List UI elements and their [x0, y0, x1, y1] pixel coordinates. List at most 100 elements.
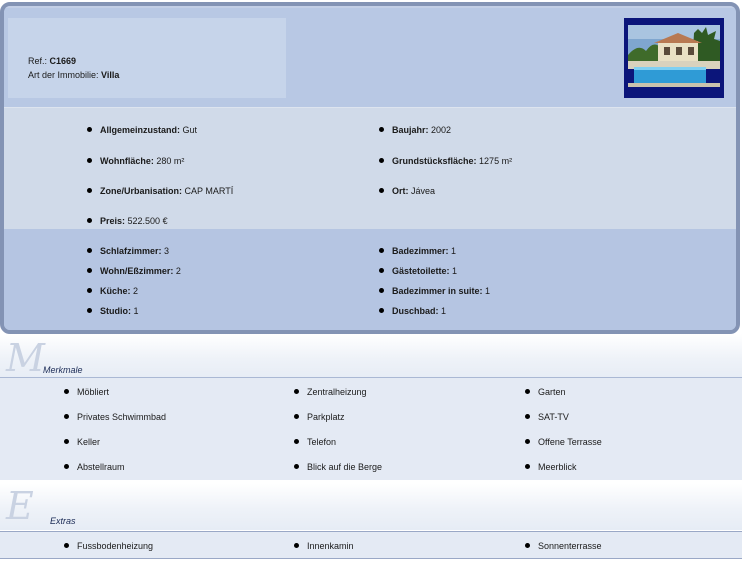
detail-location: Ort: Jávea — [379, 185, 436, 197]
room-label: Küche: — [100, 286, 131, 296]
extra-label: Innenkamin — [307, 541, 354, 551]
room-value: 1 — [133, 306, 139, 316]
room-ensuite-bath: Badezimmer in suite: 1 — [379, 285, 491, 297]
property-type-label: Art der Immobilie: — [28, 70, 99, 80]
room-label: Gästetoilette: — [392, 266, 450, 276]
room-label: Studio: — [100, 306, 131, 316]
bullet-icon — [64, 439, 69, 444]
feature-item: SAT-TV — [525, 411, 569, 423]
card-top-highlight — [4, 6, 736, 8]
detail-value: Jávea — [411, 186, 436, 196]
bullet-icon — [64, 543, 69, 548]
reference-value: C1669 — [49, 56, 77, 66]
detail-condition: Allgemeinzustand: Gut — [87, 124, 197, 136]
detail-value: 280 m² — [156, 156, 185, 166]
detail-label: Allgemeinzustand: — [100, 125, 181, 135]
extra-label: Fussbodenheizung — [77, 541, 154, 551]
bullet-icon — [379, 127, 384, 132]
room-studio: Studio: 1 — [87, 305, 139, 317]
extras-initial: E — [6, 484, 34, 528]
bullet-icon — [64, 464, 69, 469]
feature-item: Privates Schwimmbad — [64, 411, 167, 423]
room-counts: Schlafzimmer: 3 Badezimmer: 1 Wohn/Eßzim… — [4, 229, 736, 330]
detail-label: Baujahr: — [392, 125, 429, 135]
extra-label: Sonnenterrasse — [538, 541, 602, 551]
bullet-icon — [379, 248, 384, 253]
detail-zone: Zone/Urbanisation: CAP MARTÍ — [87, 185, 234, 197]
reference-line: Ref.: C1669 — [28, 56, 76, 67]
feature-label: Offene Terrasse — [538, 437, 602, 447]
bullet-icon — [87, 288, 92, 293]
bullet-icon — [525, 439, 530, 444]
feature-label: Meerblick — [538, 462, 577, 472]
bullet-icon — [294, 389, 299, 394]
bullet-icon — [379, 268, 384, 273]
room-label: Wohn/Eßzimmer: — [100, 266, 174, 276]
detail-label: Wohnfläche: — [100, 156, 154, 166]
villa-pool-photo-icon — [628, 25, 720, 87]
property-type-line: Art der Immobilie: Villa — [28, 70, 119, 81]
extra-item: Innenkamin — [294, 540, 354, 552]
bullet-icon — [64, 389, 69, 394]
bullet-icon — [379, 158, 384, 163]
feature-item: Telefon — [294, 436, 337, 448]
room-value: 3 — [164, 246, 170, 256]
bullet-icon — [525, 543, 530, 548]
room-bathrooms: Badezimmer: 1 — [379, 245, 457, 257]
extras-title: Extras — [50, 516, 76, 526]
merkmale-title: Merkmale — [43, 365, 83, 375]
bullet-icon — [87, 308, 92, 313]
detail-label: Zone/Urbanisation: — [100, 186, 183, 196]
bullet-icon — [525, 464, 530, 469]
feature-item: Zentralheizung — [294, 386, 367, 398]
property-details: Allgemeinzustand: Gut Baujahr: 2002 Wohn… — [4, 107, 736, 229]
feature-item: Meerblick — [525, 461, 577, 473]
bullet-icon — [379, 288, 384, 293]
feature-item: Möbliert — [64, 386, 110, 398]
room-value: 2 — [175, 266, 181, 276]
room-label: Duschbad: — [392, 306, 439, 316]
feature-label: Privates Schwimmbad — [77, 412, 167, 422]
feature-label: Keller — [77, 437, 101, 447]
feature-item: Abstellraum — [64, 461, 125, 473]
room-label: Badezimmer in suite: — [392, 286, 483, 296]
detail-living-area: Wohnfläche: 280 m² — [87, 155, 185, 167]
bullet-icon — [525, 389, 530, 394]
merkmale-initial: M — [6, 336, 45, 380]
detail-year-built: Baujahr: 2002 — [379, 124, 452, 136]
bullet-icon — [64, 414, 69, 419]
detail-value: 1275 m² — [479, 156, 513, 166]
feature-item: Garten — [525, 386, 566, 398]
bullet-icon — [294, 414, 299, 419]
extra-item: Sonnenterrasse — [525, 540, 602, 552]
bullet-icon — [87, 188, 92, 193]
property-photo[interactable] — [624, 18, 724, 98]
feature-label: Möbliert — [77, 387, 110, 397]
room-value: 1 — [451, 246, 457, 256]
detail-value: 2002 — [431, 125, 452, 135]
detail-value: 522.500 € — [127, 216, 168, 226]
room-bedrooms: Schlafzimmer: 3 — [87, 245, 170, 257]
feature-label: Abstellraum — [77, 462, 125, 472]
feature-item: Offene Terrasse — [525, 436, 602, 448]
bullet-icon — [294, 543, 299, 548]
detail-label: Ort: — [392, 186, 409, 196]
property-summary-card: Ref.: C1669 Art der Immobilie: Villa All… — [0, 2, 740, 334]
feature-label: Parkplatz — [307, 412, 345, 422]
feature-label: Telefon — [307, 437, 337, 447]
extra-item: Fussbodenheizung — [64, 540, 154, 552]
bullet-icon — [294, 439, 299, 444]
bullet-icon — [87, 248, 92, 253]
feature-item: Parkplatz — [294, 411, 345, 423]
room-guest-toilet: Gästetoilette: 1 — [379, 265, 458, 277]
feature-item: Keller — [64, 436, 101, 448]
bullet-icon — [379, 308, 384, 313]
room-value: 1 — [485, 286, 491, 296]
room-living-dining: Wohn/Eßzimmer: 2 — [87, 265, 181, 277]
detail-label: Preis: — [100, 216, 126, 226]
room-value: 1 — [452, 266, 458, 276]
feature-label: Garten — [538, 387, 566, 397]
bullet-icon — [379, 188, 384, 193]
detail-value: CAP MARTÍ — [184, 186, 234, 196]
room-value: 1 — [441, 306, 447, 316]
